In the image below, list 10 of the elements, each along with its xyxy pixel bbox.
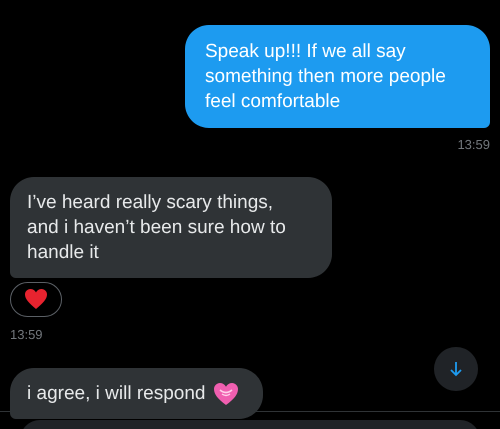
message-text: I’ve heard really scary things, and i haven’t been sure how to handle it [27, 192, 286, 262]
reaction-pill[interactable] [10, 282, 62, 316]
message-text: Speak up!!! If we all say something then more people feel comfortable [205, 41, 446, 112]
timestamp: 13:59 [457, 136, 490, 154]
scroll-down-button[interactable] [434, 347, 478, 391]
message-text: i agree, i will respond [27, 382, 206, 406]
timestamp: 13:59 [10, 326, 43, 344]
heart-icon [24, 288, 48, 310]
heart-icon [213, 382, 240, 406]
arrow-down-icon [449, 361, 463, 377]
